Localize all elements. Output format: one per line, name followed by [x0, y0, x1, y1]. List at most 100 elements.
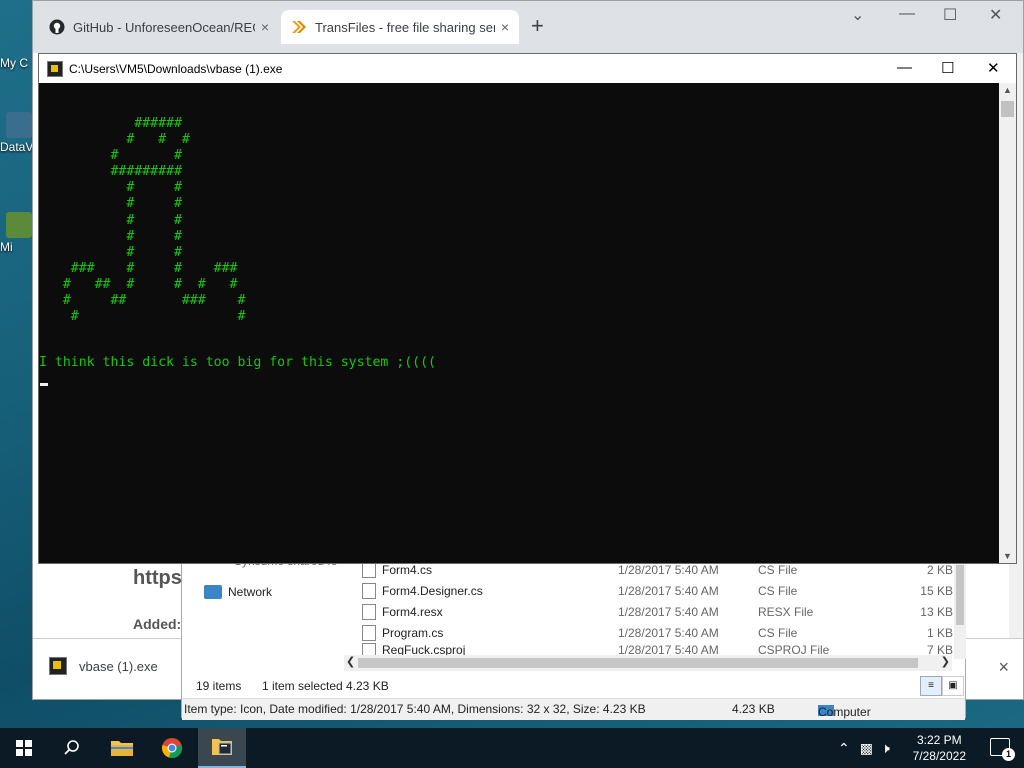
taskbar-clock[interactable]: 3:22 PM 7/28/2022: [913, 732, 966, 764]
file-list-horizontal-scrollbar[interactable]: ❮ ❯: [344, 655, 952, 671]
desktop-icon-my-computer[interactable]: My C: [0, 40, 34, 70]
maximize-icon[interactable]: ☐: [943, 5, 957, 25]
chevron-up-icon[interactable]: ⌃: [838, 740, 850, 757]
file-size: 15 KB: [920, 583, 953, 598]
windows-logo-icon: [16, 740, 32, 756]
transfiles-icon: [291, 19, 307, 35]
github-icon: [49, 19, 65, 35]
desktop-icon-label: My C: [0, 56, 28, 70]
clock-time: 3:22 PM: [916, 733, 962, 747]
new-tab-button[interactable]: +: [531, 13, 544, 39]
scroll-left-icon[interactable]: ❮: [346, 655, 355, 668]
large-icons-view-icon[interactable]: ▣: [942, 676, 964, 696]
file-row[interactable]: RegFuck.csproj 1/28/2017 5:40 AM CSPROJ …: [358, 643, 953, 655]
close-icon[interactable]: ✕: [989, 5, 1002, 25]
browser-tab-bar: GitHub - UnforeseenOcean/REGFuck × Trans…: [33, 1, 1023, 53]
tab-github[interactable]: GitHub - UnforeseenOcean/REGFuck ×: [39, 10, 279, 44]
file-type: CS File: [758, 625, 798, 640]
scroll-thumb[interactable]: [1001, 101, 1014, 117]
scroll-down-icon[interactable]: ▼: [1003, 551, 1012, 561]
file-icon: [362, 603, 376, 620]
minimize-icon[interactable]: —: [899, 5, 915, 23]
file-size: 7 KB: [926, 643, 953, 655]
file-date: 1/28/2017 5:40 AM: [618, 583, 719, 598]
console-title-bar[interactable]: C:\Users\VM5\Downloads\vbase (1).exe — ☐…: [39, 54, 1016, 83]
scroll-thumb[interactable]: [956, 565, 964, 625]
network-icon[interactable]: ▩: [860, 740, 873, 757]
file-type: RESX File: [758, 604, 814, 619]
item-count: 19 items: [196, 679, 242, 693]
minecraft-icon: [6, 212, 32, 238]
network-icon: [204, 585, 222, 599]
scroll-right-icon[interactable]: ❯: [941, 655, 950, 668]
file-row[interactable]: Form4.Designer.cs 1/28/2017 5:40 AM CS F…: [358, 580, 953, 601]
file-name: RegFuck.csproj: [382, 643, 466, 655]
file-size: 2 KB: [926, 562, 953, 577]
nav-item-network[interactable]: Network: [204, 585, 272, 599]
search-icon: [64, 740, 79, 755]
scroll-thumb[interactable]: [358, 658, 918, 668]
file-row[interactable]: Program.cs 1/28/2017 5:40 AM CS File 1 K…: [358, 622, 953, 643]
clock-date: 7/28/2022: [912, 749, 966, 763]
ascii-art: ###### # # # # # ######### # # # # # # #…: [62, 116, 246, 325]
file-list: Form4.cs 1/28/2017 5:40 AM CS File 2 KB …: [358, 559, 953, 655]
details-view-icon[interactable]: ≡: [920, 676, 942, 696]
exe-file-icon: [49, 657, 67, 675]
desktop-icon-label: Mi: [0, 240, 13, 254]
file-name: Form4.resx: [382, 604, 443, 619]
tab-transfiles[interactable]: TransFiles - free file sharing service ×: [281, 10, 519, 44]
file-list-vertical-scrollbar[interactable]: [954, 559, 966, 659]
desktop-icon-label: DataV: [0, 140, 34, 154]
file-type: CS File: [758, 583, 798, 598]
file-type: CSPROJ File: [758, 643, 830, 655]
desktop-icon-mi[interactable]: Mi: [0, 212, 34, 254]
console-app-icon: [212, 739, 232, 755]
download-filename: vbase (1).exe: [79, 658, 158, 674]
file-type: CS File: [758, 562, 798, 577]
taskbar-chrome[interactable]: [148, 728, 196, 768]
selection-count: 1 item selected: [262, 679, 343, 693]
file-size: 13 KB: [920, 604, 953, 619]
tab-close-icon[interactable]: ×: [261, 19, 269, 35]
console-output[interactable]: ###### # # # # # ######### # # # # # # #…: [39, 83, 999, 563]
tab-title: GitHub - UnforeseenOcean/REGFuck: [73, 19, 255, 35]
tab-close-icon[interactable]: ×: [501, 19, 509, 35]
exe-app-icon: [47, 60, 63, 77]
search-button[interactable]: [48, 728, 96, 768]
item-details-size: 4.23 KB: [732, 702, 775, 716]
folder-icon: [111, 741, 133, 756]
file-row[interactable]: Form4.resx 1/28/2017 5:40 AM RESX File 1…: [358, 601, 953, 622]
app-shortcut-icon: [6, 112, 32, 138]
file-explorer-window: Synsumo shared fo Network Form4.cs 1/28/…: [181, 540, 966, 720]
explorer-status-bar: 19 items 1 item selected 4.23 KB ≡ ▣: [182, 675, 965, 697]
file-name: Form4.cs: [382, 562, 433, 577]
selection-size: 4.23 KB: [346, 679, 389, 693]
minimize-icon[interactable]: —: [897, 59, 912, 76]
maximize-icon[interactable]: ☐: [941, 59, 954, 77]
chrome-icon: [162, 738, 183, 758]
volume-icon[interactable]: 🕨: [881, 740, 890, 757]
notification-count: 1: [1002, 748, 1015, 761]
file-icon: [362, 582, 376, 599]
file-name: Form4.Designer.cs: [382, 583, 483, 598]
file-date: 1/28/2017 5:40 AM: [618, 643, 719, 655]
console-scrollbar[interactable]: ▲ ▼: [999, 83, 1016, 563]
file-date: 1/28/2017 5:40 AM: [618, 604, 719, 619]
nav-item-label: Network: [228, 585, 273, 599]
tab-search-icon[interactable]: ⌄: [851, 5, 864, 25]
download-item[interactable]: vbase (1).exe: [49, 657, 158, 675]
desktop-icon-datav[interactable]: DataV: [0, 112, 34, 154]
console-title: C:\Users\VM5\Downloads\vbase (1).exe: [69, 61, 283, 76]
taskbar-vbase-console[interactable]: [198, 728, 246, 768]
action-center-icon[interactable]: 1: [990, 738, 1015, 761]
taskbar-file-explorer[interactable]: [98, 728, 146, 768]
computer-icon: [6, 40, 32, 54]
start-button[interactable]: [0, 728, 48, 768]
file-date: 1/28/2017 5:40 AM: [618, 562, 719, 577]
scroll-up-icon[interactable]: ▲: [1003, 85, 1012, 95]
close-icon[interactable]: ✕: [987, 59, 1000, 77]
file-name: Program.cs: [382, 625, 444, 640]
page-heading: https: [133, 567, 182, 589]
location-label: Computer: [818, 705, 871, 719]
download-bar-close-icon[interactable]: ×: [998, 657, 1009, 678]
